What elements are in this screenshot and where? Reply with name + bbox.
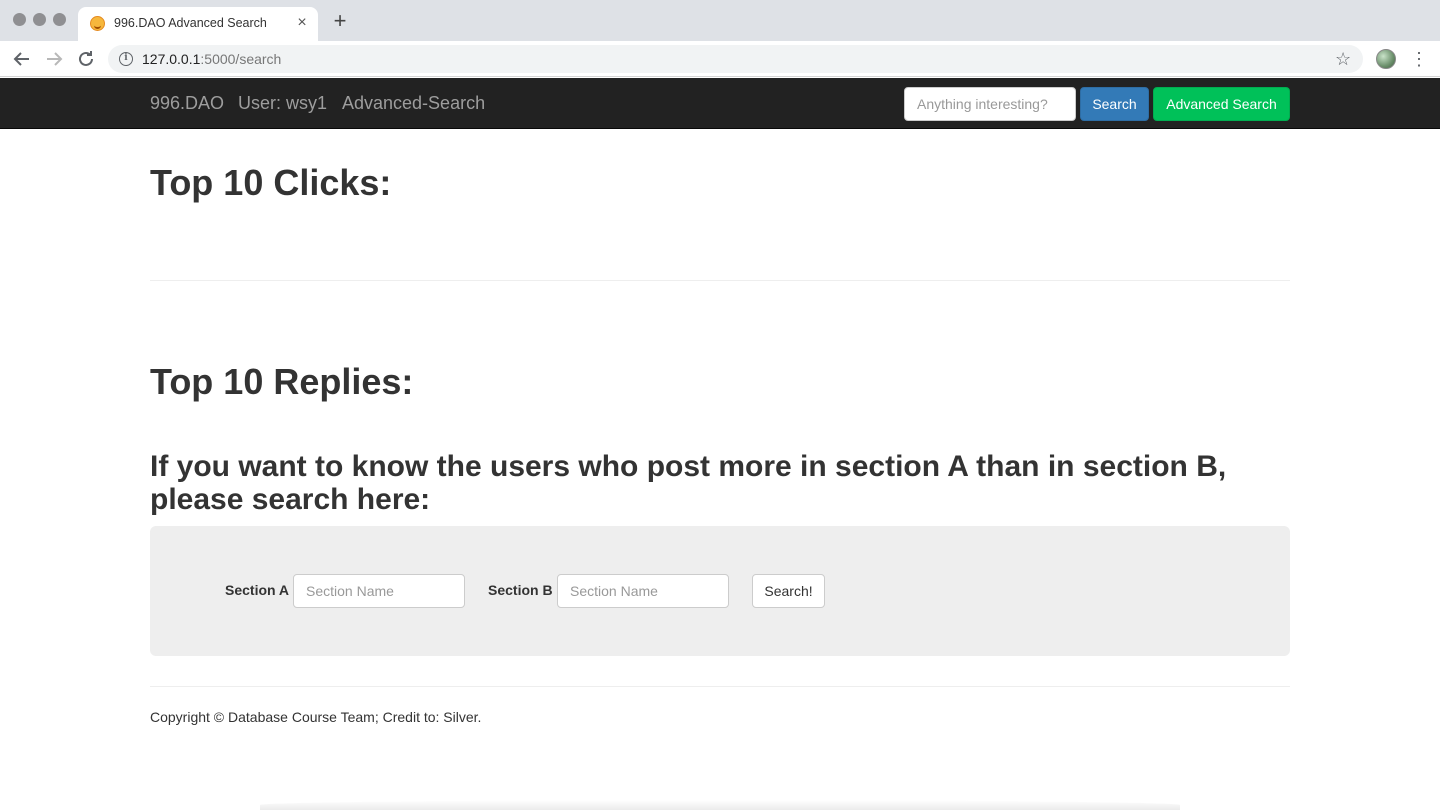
- section-compare-form: Section A Section B Search!: [150, 526, 1290, 656]
- tab-title: 996.DAO Advanced Search: [114, 16, 267, 30]
- nav-user-link[interactable]: User: wsy1: [238, 93, 327, 114]
- nav-advanced-search-link[interactable]: Advanced-Search: [342, 93, 485, 114]
- top-replies-heading: Top 10 Replies:: [150, 361, 414, 402]
- window-zoom-dot[interactable]: [53, 13, 66, 26]
- address-bar[interactable]: i 127.0.0.1:5000/search: [108, 45, 1363, 73]
- forward-icon[interactable]: [42, 47, 66, 71]
- browser-tab-bar: 996.DAO Advanced Search × +: [0, 0, 1440, 41]
- section-search-button[interactable]: Search!: [752, 574, 825, 608]
- back-icon[interactable]: [10, 47, 34, 71]
- window-bottom-shadow: [260, 800, 1180, 810]
- window-close-dot[interactable]: [13, 13, 26, 26]
- tab-close-icon[interactable]: ×: [294, 13, 310, 33]
- window-minimize-dot[interactable]: [33, 13, 46, 26]
- url-text[interactable]: 127.0.0.1:5000/search: [142, 51, 281, 67]
- site-navbar: 996.DAO User: wsy1 Advanced-Search Searc…: [0, 78, 1440, 129]
- bookmark-star-icon[interactable]: ☆: [1335, 47, 1351, 71]
- favicon-icon: [90, 16, 105, 31]
- footer-copyright: Copyright © Database Course Team; Credit…: [150, 709, 482, 725]
- section-b-label: Section B: [488, 582, 553, 598]
- divider: [150, 280, 1290, 281]
- section-a-label: Section A: [225, 582, 290, 598]
- section-a-input[interactable]: [293, 574, 465, 608]
- profile-avatar[interactable]: [1376, 49, 1396, 69]
- browser-tab[interactable]: 996.DAO Advanced Search ×: [78, 7, 318, 41]
- info-icon[interactable]: i: [119, 52, 133, 66]
- navbar-search-button[interactable]: Search: [1080, 87, 1149, 121]
- top-clicks-heading: Top 10 Clicks:: [150, 162, 392, 203]
- reload-icon[interactable]: [74, 47, 98, 71]
- section-b-input[interactable]: [557, 574, 729, 608]
- brand-link[interactable]: 996.DAO: [150, 93, 224, 114]
- browser-toolbar: i 127.0.0.1:5000/search ☆ ⋮: [0, 41, 1440, 77]
- footer-divider: [150, 686, 1290, 687]
- new-tab-icon[interactable]: +: [330, 10, 350, 32]
- section-compare-heading: If you want to know the users who post m…: [150, 450, 1227, 516]
- more-vert-icon[interactable]: ⋮: [1410, 47, 1428, 71]
- advanced-search-button[interactable]: Advanced Search: [1153, 87, 1290, 121]
- navbar-search-input[interactable]: [904, 87, 1076, 121]
